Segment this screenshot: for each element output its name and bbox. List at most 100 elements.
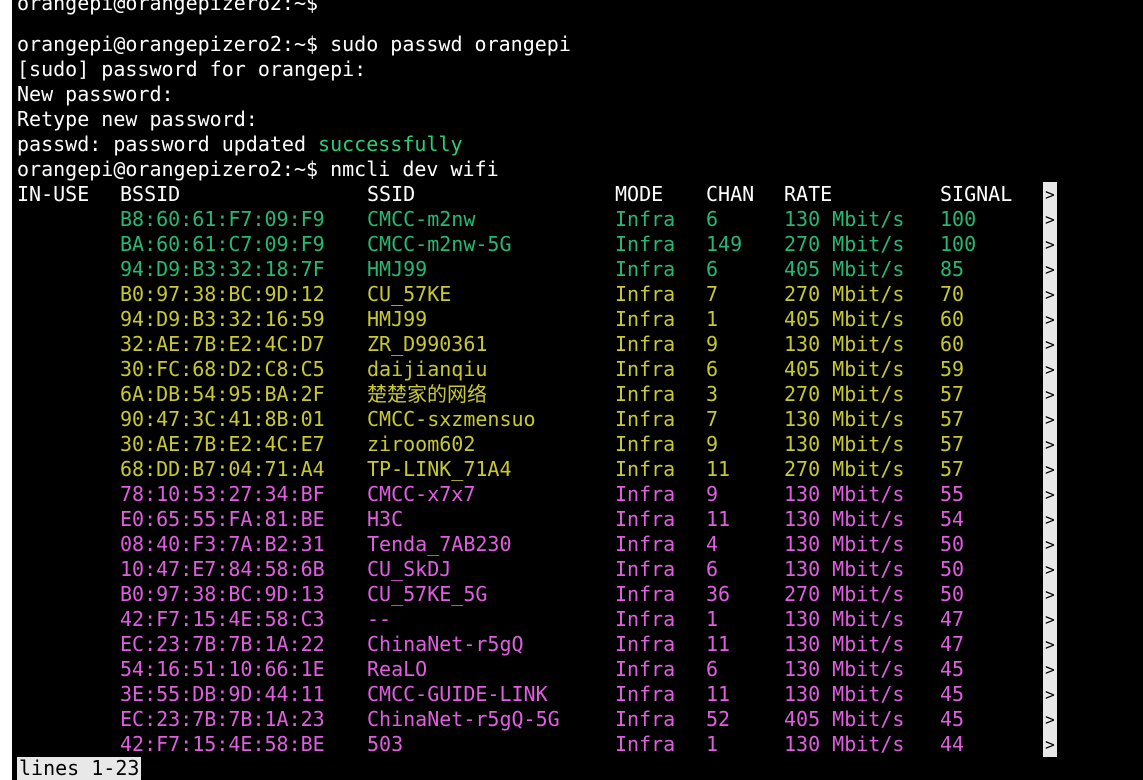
cell-chan: 11 bbox=[706, 507, 731, 531]
cell-rate: 405 Mbit/s bbox=[784, 307, 905, 331]
cell-mode: Infra bbox=[615, 357, 676, 381]
cell-chan: 6 bbox=[706, 257, 719, 281]
cell-signal: 50 bbox=[940, 582, 965, 606]
cell-mode: Infra bbox=[615, 557, 676, 581]
cell-mode: Infra bbox=[615, 732, 676, 756]
cell-ssid: CU_57KE bbox=[367, 282, 452, 306]
scroll-right-marker: > bbox=[1043, 432, 1057, 457]
cell-chan: 3 bbox=[706, 382, 719, 406]
scroll-right-marker: > bbox=[1043, 607, 1057, 632]
scroll-right-marker: > bbox=[1043, 307, 1057, 332]
table-row: EC:23:7B:7B:1A:23 ChinaNet-r5gQ-5G Infra 52… bbox=[17, 707, 1117, 732]
table-row: 94:D9:B3:32:16:59 HMJ99 Infra 1 405 Mbit/s 60 bbox=[17, 307, 1117, 332]
cell-chan: 9 bbox=[706, 432, 719, 456]
scroll-right-marker: > bbox=[1043, 257, 1057, 282]
scroll-right-marker: > bbox=[1043, 682, 1057, 707]
scroll-right-marker: > bbox=[1043, 657, 1057, 682]
cell-bssid: 42:F7:15:4E:58:C3 bbox=[120, 607, 325, 631]
cell-bssid: E0:65:55:FA:81:BE bbox=[120, 507, 325, 531]
cell-rate: 130 Mbit/s bbox=[784, 682, 905, 706]
cell-ssid: CMCC-m2nw-5G bbox=[367, 232, 512, 256]
table-row: 08:40:F3:7A:B2:31 Tenda_7AB230 Infra 4 130 M… bbox=[17, 532, 1117, 557]
cell-mode: Infra bbox=[615, 307, 676, 331]
scroll-right-marker: > bbox=[1043, 557, 1057, 582]
cell-ssid: ChinaNet-r5gQ bbox=[367, 632, 524, 656]
table-row: 32:AE:7B:E2:4C:D7 ZR_D990361 Infra 9 130 Mbi… bbox=[17, 332, 1117, 357]
cell-rate: 130 Mbit/s bbox=[784, 607, 905, 631]
cell-ssid: ziroom602 bbox=[367, 432, 476, 456]
cell-mode: Infra bbox=[615, 282, 676, 306]
cell-signal: 70 bbox=[940, 282, 965, 306]
cell-ssid: ZR_D990361 bbox=[367, 332, 488, 356]
cell-rate: 130 Mbit/s bbox=[784, 632, 905, 656]
cell-mode: Infra bbox=[615, 532, 676, 556]
cell-mode: Infra bbox=[615, 257, 676, 281]
cell-signal: 57 bbox=[940, 457, 965, 481]
scroll-right-marker: > bbox=[1043, 507, 1057, 532]
table-row: 90:47:3C:41:8B:01 CMCC-sxzmensuo Infra 7 130… bbox=[17, 407, 1117, 432]
cell-ssid: CU_SkDJ bbox=[367, 557, 452, 581]
cell-chan: 7 bbox=[706, 407, 719, 431]
table-row: B0:97:38:BC:9D:12 CU_57KE Infra 7 270 Mbit/s… bbox=[17, 282, 1117, 307]
terminal-window[interactable]: orangepi@orangepizero2:~$ orangepi@orang… bbox=[12, 0, 1143, 780]
cell-rate: 130 Mbit/s bbox=[784, 207, 905, 231]
scroll-right-marker: > bbox=[1043, 482, 1057, 507]
cell-mode: Infra bbox=[615, 457, 676, 481]
table-row: E0:65:55:FA:81:BE H3C Infra 11 130 Mbit/s 54 bbox=[17, 507, 1117, 532]
scroll-right-marker: > bbox=[1043, 532, 1057, 557]
table-row: 3E:55:DB:9D:44:11 CMCC-GUIDE-LINK Infra 11 1… bbox=[17, 682, 1117, 707]
cell-rate: 130 Mbit/s bbox=[784, 557, 905, 581]
cell-bssid: B8:60:61:F7:09:F9 bbox=[120, 207, 325, 231]
cell-ssid: CMCC-m2nw bbox=[367, 207, 476, 231]
cell-ssid: ChinaNet-r5gQ-5G bbox=[367, 707, 560, 731]
cell-chan: 1 bbox=[706, 732, 719, 756]
cell-signal: 54 bbox=[940, 507, 965, 531]
cell-signal: 50 bbox=[940, 532, 965, 556]
cell-chan: 6 bbox=[706, 207, 719, 231]
cell-bssid: BA:60:61:C7:09:F9 bbox=[120, 232, 325, 256]
table-row: 42:F7:15:4E:58:C3 -- Infra 1 130 Mbit/s 47 bbox=[17, 607, 1117, 632]
cell-bssid: B0:97:38:BC:9D:12 bbox=[120, 282, 325, 306]
cell-signal: 59 bbox=[940, 357, 965, 381]
table-row: 78:10:53:27:34:BF CMCC-x7x7 Infra 9 130 Mbit… bbox=[17, 482, 1117, 507]
cell-rate: 405 Mbit/s bbox=[784, 707, 905, 731]
cell-rate: 130 Mbit/s bbox=[784, 407, 905, 431]
cell-bssid: 08:40:F3:7A:B2:31 bbox=[120, 532, 325, 556]
cell-bssid: 3E:55:DB:9D:44:11 bbox=[120, 682, 325, 706]
cell-signal: 60 bbox=[940, 307, 965, 331]
cell-ssid: daijianqiu bbox=[367, 357, 488, 381]
cell-bssid: 94:D9:B3:32:18:7F bbox=[120, 257, 325, 281]
cell-signal: 100 bbox=[940, 207, 977, 231]
cell-rate: 405 Mbit/s bbox=[784, 257, 905, 281]
cell-chan: 11 bbox=[706, 682, 731, 706]
cell-ssid: CU_57KE_5G bbox=[367, 582, 488, 606]
table-row: 30:FC:68:D2:C8:C5 daijianqiu Infra 6 405 Mbi… bbox=[17, 357, 1117, 382]
cell-rate: 130 Mbit/s bbox=[784, 507, 905, 531]
cell-bssid: 30:FC:68:D2:C8:C5 bbox=[120, 357, 325, 381]
cell-rate: 270 Mbit/s bbox=[784, 232, 905, 256]
cell-chan: 9 bbox=[706, 332, 719, 356]
cell-rate: 270 Mbit/s bbox=[784, 282, 905, 306]
cell-ssid: CMCC-x7x7 bbox=[367, 482, 476, 506]
cell-chan: 36 bbox=[706, 582, 731, 606]
scroll-right-marker: > bbox=[1043, 232, 1057, 257]
scroll-right-marker: > bbox=[1043, 732, 1057, 757]
cell-signal: 85 bbox=[940, 257, 965, 281]
cell-chan: 6 bbox=[706, 557, 719, 581]
cell-chan: 9 bbox=[706, 482, 719, 506]
cell-bssid: 68:DD:B7:04:71:A4 bbox=[120, 457, 325, 481]
cell-ssid: Tenda_7AB230 bbox=[367, 532, 512, 556]
cell-signal: 44 bbox=[940, 732, 965, 756]
cell-ssid: H3C bbox=[367, 507, 404, 531]
cell-signal: 45 bbox=[940, 682, 965, 706]
cell-signal: 57 bbox=[940, 407, 965, 431]
table-row: 30:AE:7B:E2:4C:E7 ziroom602 Infra 9 130 Mbit… bbox=[17, 432, 1117, 457]
cell-rate: 270 Mbit/s bbox=[784, 582, 905, 606]
cell-ssid: CMCC-GUIDE-LINK bbox=[367, 682, 548, 706]
cell-ssid: HMJ99 bbox=[367, 307, 428, 331]
scroll-right-marker: > bbox=[1043, 207, 1057, 232]
cell-chan: 1 bbox=[706, 307, 719, 331]
scroll-right-marker: > bbox=[1043, 357, 1057, 382]
cell-ssid: 楚楚家的网络 bbox=[367, 382, 487, 406]
cell-signal: 45 bbox=[940, 657, 965, 681]
